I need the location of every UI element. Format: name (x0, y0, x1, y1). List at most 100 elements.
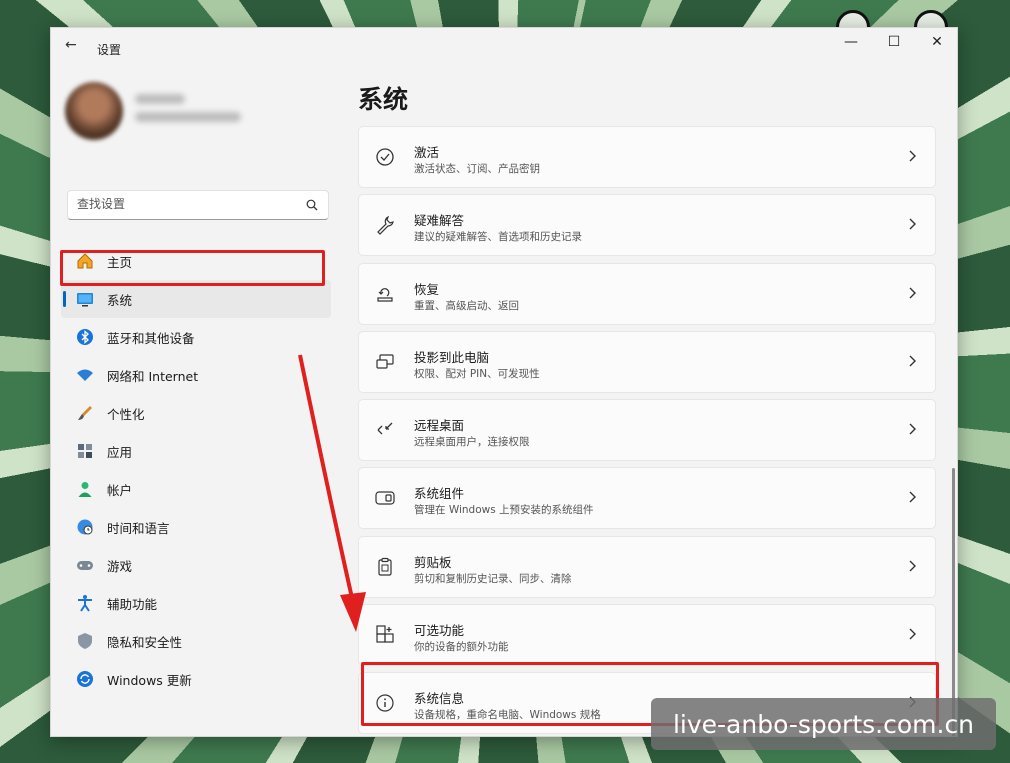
watermark: live-anbo-sports.com.cn (651, 698, 996, 750)
chevron-right-icon (909, 150, 916, 162)
person-icon (75, 479, 95, 499)
search-icon[interactable] (306, 199, 318, 211)
sidebar-item-label: 隐私和安全性 (107, 634, 183, 650)
sidebar-item-windows-update[interactable]: Windows 更新 (61, 660, 331, 698)
card-subtitle: 权限、配对 PIN、可发现性 (414, 367, 540, 380)
sidebar-item-label: 个性化 (107, 406, 145, 422)
avatar (65, 82, 123, 140)
gamepad-icon (75, 555, 95, 575)
sidebar-item-system[interactable]: 系统 (61, 280, 331, 318)
chevron-right-icon (909, 423, 916, 435)
sidebar-item-label: 网络和 Internet (107, 368, 199, 384)
blurred-email (135, 112, 241, 122)
sidebar-item-privacy[interactable]: 隐私和安全性 (61, 622, 331, 660)
check-circle-icon (376, 148, 394, 166)
card-subtitle: 你的设备的额外功能 (414, 641, 509, 654)
sidebar-nav: 主页 系统 蓝牙和其他设备 网络和 Internet 个性化 应用 帐户 时间和… (61, 242, 331, 698)
sidebar-item-apps[interactable]: 应用 (61, 432, 331, 470)
card-clipboard[interactable]: 剪贴板 剪切和复制历史记录、同步、清除 (358, 535, 936, 598)
brush-icon (75, 403, 95, 423)
card-title: 系统信息 (414, 691, 465, 707)
card-optional-features[interactable]: 可选功能 你的设备的额外功能 (358, 604, 936, 667)
chevron-right-icon (909, 491, 916, 503)
sidebar-item-time-language[interactable]: 时间和语言 (61, 508, 331, 546)
sidebar: 主页 系统 蓝牙和其他设备 网络和 Internet (51, 60, 351, 736)
sidebar-item-label: 辅助功能 (107, 596, 158, 612)
update-icon (75, 669, 95, 689)
back-arrow-icon[interactable]: ← (65, 37, 77, 53)
chevron-right-icon (909, 560, 916, 572)
apps-icon (75, 441, 95, 461)
card-troubleshoot[interactable]: 疑难解答 建议的疑难解答、首选项和历史记录 (358, 194, 936, 257)
shield-icon (75, 631, 95, 651)
title-bar: ← 设置 — ☐ ✕ (51, 28, 957, 60)
components-icon (375, 491, 395, 506)
card-title: 投影到此电脑 (414, 349, 490, 365)
sidebar-item-personalization[interactable]: 个性化 (61, 394, 331, 432)
sidebar-item-accessibility[interactable]: 辅助功能 (61, 584, 331, 622)
settings-window: ← 设置 — ☐ ✕ 主页 (50, 27, 958, 737)
sidebar-item-network[interactable]: 网络和 Internet (61, 356, 331, 394)
card-subtitle: 管理在 Windows 上预安装的系统组件 (414, 504, 594, 517)
page-title: 系统 (358, 85, 409, 114)
card-title: 系统组件 (414, 486, 465, 502)
project-icon (376, 354, 394, 369)
card-subtitle: 设备规格，重命名电脑、Windows 规格 (414, 709, 601, 722)
sidebar-item-label: 帐户 (107, 482, 133, 498)
wrench-icon (377, 216, 394, 236)
wifi-icon (75, 365, 95, 385)
sidebar-item-label: 蓝牙和其他设备 (107, 330, 195, 346)
monitor-icon (75, 289, 95, 309)
search-box (67, 190, 329, 220)
user-profile[interactable] (65, 82, 285, 148)
add-feature-icon (376, 625, 394, 643)
sidebar-item-label: 系统 (107, 292, 133, 308)
card-subtitle: 剪切和复制历史记录、同步、清除 (414, 572, 572, 585)
remote-desktop-icon (377, 422, 393, 435)
bluetooth-icon (75, 327, 95, 347)
card-title: 可选功能 (414, 623, 465, 639)
sidebar-item-label: 主页 (107, 254, 133, 270)
card-title: 疑难解答 (414, 213, 465, 229)
settings-card-list: 激活 激活状态、订阅、产品密钥 疑难解答 建议的疑难解答、首选项和历史记录 恢复… (358, 126, 936, 736)
close-button[interactable]: ✕ (925, 34, 949, 54)
chevron-right-icon (909, 628, 916, 640)
card-activation[interactable]: 激活 激活状态、订阅、产品密钥 (358, 126, 936, 188)
card-title: 剪贴板 (414, 554, 452, 570)
card-title: 激活 (414, 145, 440, 160)
sidebar-item-bluetooth[interactable]: 蓝牙和其他设备 (61, 318, 331, 356)
main-content: 系统 激活 激活状态、订阅、产品密钥 疑难解答 建议的疑难解答、首选项和历史记录… (351, 60, 957, 736)
card-subtitle: 建议的疑难解答、首选项和历史记录 (414, 231, 582, 244)
clipboard-icon (378, 557, 392, 576)
chevron-right-icon (909, 218, 916, 230)
card-remote-desktop[interactable]: 远程桌面 远程桌面用户，连接权限 (358, 399, 936, 462)
maximize-button[interactable]: ☐ (882, 34, 906, 54)
blurred-username (135, 94, 185, 104)
card-subtitle: 远程桌面用户，连接权限 (414, 436, 530, 449)
minimize-button[interactable]: — (839, 34, 863, 54)
scrollbar[interactable] (952, 468, 955, 736)
sidebar-item-label: 应用 (107, 444, 133, 460)
card-recovery[interactable]: 恢复 重置、高级启动、返回 (358, 262, 936, 325)
card-subtitle: 激活状态、订阅、产品密钥 (414, 163, 540, 175)
globe-clock-icon (75, 517, 95, 537)
info-icon (376, 694, 394, 712)
chevron-right-icon (909, 287, 916, 299)
card-title: 远程桌面 (414, 418, 465, 434)
card-project-to-pc[interactable]: 投影到此电脑 权限、配对 PIN、可发现性 (358, 330, 936, 393)
sidebar-item-label: Windows 更新 (107, 672, 192, 688)
search-input[interactable] (77, 197, 297, 211)
card-system-components[interactable]: 系统组件 管理在 Windows 上预安装的系统组件 (358, 467, 936, 530)
sidebar-item-label: 时间和语言 (107, 520, 170, 536)
home-icon (75, 251, 95, 271)
card-title: 恢复 (414, 281, 440, 297)
accessibility-icon (75, 593, 95, 613)
sidebar-item-gaming[interactable]: 游戏 (61, 546, 331, 584)
sidebar-item-accounts[interactable]: 帐户 (61, 470, 331, 508)
card-subtitle: 重置、高级启动、返回 (414, 299, 519, 312)
sidebar-item-label: 游戏 (107, 558, 133, 574)
app-title: 设置 (97, 43, 122, 57)
chevron-right-icon (909, 355, 916, 367)
sidebar-item-home[interactable]: 主页 (61, 242, 331, 280)
recovery-icon (377, 287, 393, 302)
